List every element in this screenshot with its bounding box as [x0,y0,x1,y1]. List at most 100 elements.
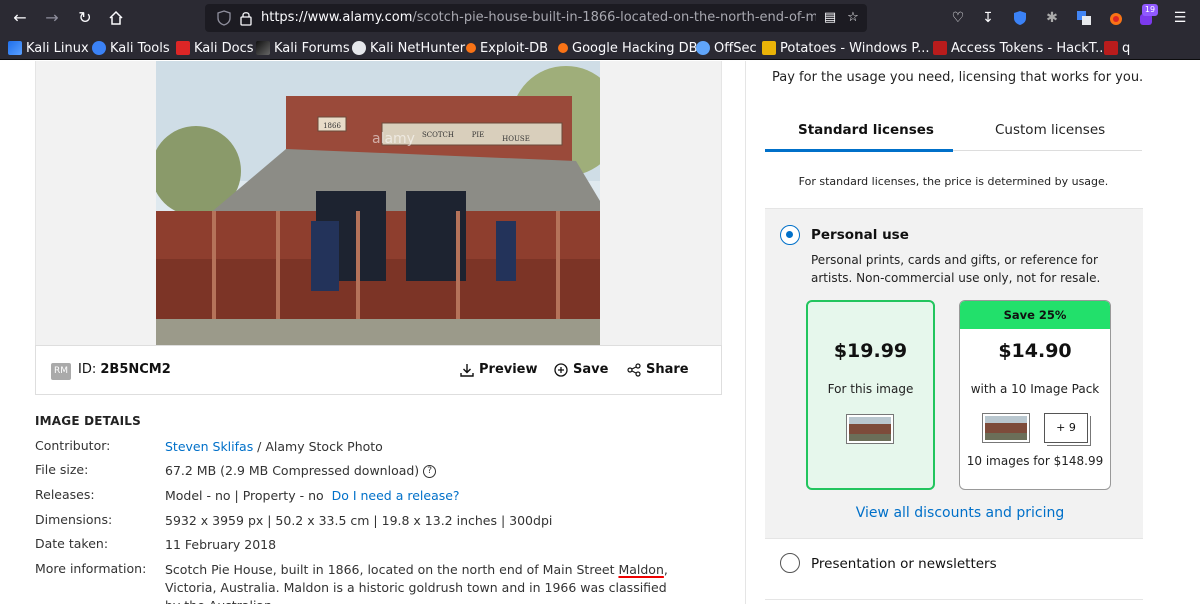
forward-arrow-icon[interactable]: → [42,8,62,28]
photo-watermark: alamy [372,131,415,147]
ublock-shield-icon[interactable] [1010,8,1030,28]
bookmark-kali-nethunter[interactable]: Kali NetHunter [352,39,465,57]
pocket-icon[interactable]: ♡ [948,8,968,28]
bookmark-q[interactable]: q [1104,39,1130,57]
bookmark-kali-tools[interactable]: Kali Tools [92,39,170,57]
home-icon[interactable] [106,8,126,28]
save-badge: Save 25% [960,301,1110,329]
bookmark-star-icon[interactable]: ☆ [845,10,861,26]
more-info-text: Scotch Pie House, built in 1866, located… [165,562,619,577]
detail-label: More information: [35,561,147,576]
bookmarks-bar: Kali Linux Kali Tools Kali Docs Kali For… [0,36,1200,60]
stock-photo[interactable]: 1866 SCOTCH PIE HOUSE alamy [156,61,600,345]
hamburger-menu-icon[interactable]: ☰ [1170,8,1190,28]
preview-button[interactable]: Preview [460,362,538,377]
detail-value: Scotch Pie House, built in 1866, located… [165,561,685,604]
bookmark-kali-linux[interactable]: Kali Linux [8,39,89,57]
kali-dragon-icon [8,41,22,55]
detail-value: 67.2 MB (2.9 MB Compressed download)? [165,462,685,480]
view-all-pricing-link[interactable]: View all discounts and pricing [765,505,1155,521]
tab-active-indicator [765,149,953,152]
bookmark-exploit-db[interactable]: Exploit-DB [466,39,548,57]
ghdb-icon [558,43,568,53]
bookmark-label: Kali Tools [110,40,170,56]
single-image-price-card[interactable]: $19.99 For this image [806,300,935,490]
release-help-link[interactable]: Do I need a release? [332,488,460,503]
bookmark-kali-docs[interactable]: Kali Docs [176,39,254,57]
url-bar[interactable]: https://www.alamy.com/scotch-pie-house-b… [205,4,867,32]
detail-label: File size: [35,462,89,477]
pack-more-count: + 9 [1044,413,1088,443]
bookmark-label: Potatoes - Windows P... [780,40,930,56]
bookmark-offsec[interactable]: OffSec [696,39,757,57]
reload-icon[interactable]: ↻ [75,8,95,28]
url-text[interactable]: https://www.alamy.com/scotch-pie-house-b… [261,10,816,25]
exploit-db-icon [466,43,476,53]
help-question-icon[interactable]: ? [423,465,437,478]
date-value: 11 February 2018 [165,537,277,552]
share-label: Share [646,362,689,377]
kali-tools-icon [92,41,106,55]
save-button[interactable]: Save [554,362,608,377]
share-icon [627,362,641,377]
pack-price: $14.90 [998,340,1072,362]
contributor-link[interactable]: Steven Sklifas [165,439,253,454]
bookmark-label: Kali Forums [274,40,350,56]
personal-use-radio[interactable] [780,225,800,245]
presentation-radio[interactable] [780,553,800,573]
bookmark-google-hacking-db[interactable]: Google Hacking DB [558,39,698,57]
reader-view-icon[interactable]: ▤ [822,10,838,26]
image-pack-price-card[interactable]: Save 25% $14.90 with a 10 Image Pack + 9… [959,300,1111,490]
extension-bug-icon[interactable] [1106,8,1126,28]
tab-custom-licenses[interactable]: Custom licenses [995,122,1105,138]
bookmark-access-tokens[interactable]: Access Tokens - HackT... [933,39,1108,57]
bookmark-label: q [1122,40,1131,56]
offsec-icon [696,41,710,55]
detail-value: Steven Sklifas / Alamy Stock Photo [165,438,685,456]
tab-standard-licenses[interactable]: Standard licenses [798,122,934,138]
pack-price-sub: with a 10 Image Pack [970,382,1100,396]
bookmark-label: OffSec [714,40,757,56]
image-details-heading: IMAGE DETAILS [35,414,141,428]
sign-pie: PIE [472,131,485,139]
single-price: $19.99 [833,340,908,362]
save-label: Save [573,362,609,377]
browser-toolbar: ← → ↻ https://www.alamy.com/scotch-pie-h… [0,0,1200,36]
bookmark-potatoes[interactable]: Potatoes - Windows P... [762,39,930,57]
url-host: https://www.alamy.com [261,10,413,25]
lock-icon[interactable] [239,10,253,26]
personal-use-title: Personal use [811,227,909,243]
extension-puzzle-icon[interactable]: ✱ [1042,8,1062,28]
kali-forums-icon [256,41,270,55]
page-content: 1866 SCOTCH PIE HOUSE alamy RM ID: 2B5NC… [0,61,1200,604]
potatoes-icon [762,41,776,55]
detail-value: Model - no | Property - no Do I need a r… [165,487,685,505]
tracking-shield-icon[interactable] [217,10,231,26]
bookmark-label: Kali Docs [194,40,254,56]
rights-managed-badge: RM [51,363,71,380]
licensing-intro: Pay for the usage you need, licensing th… [772,70,1144,85]
downloads-icon[interactable]: ↧ [978,8,998,28]
option-divider [765,538,1143,539]
standard-license-note: For standard licenses, the price is dete… [798,175,1109,188]
bookmark-label: Access Tokens - HackT... [951,40,1108,56]
translate-icon[interactable] [1074,8,1094,28]
sign-scotch: SCOTCH [422,131,454,139]
bookmark-kali-forums[interactable]: Kali Forums [256,39,350,57]
download-icon [460,363,474,377]
extension-badge: 19 [1142,4,1158,16]
pack-thumbnail [982,413,1030,443]
detail-label: Contributor: [35,438,111,453]
dimensions-value: 5932 x 3959 px | 50.2 x 33.5 cm | 19.8 x… [165,513,553,528]
detail-label: Dimensions: [35,512,113,527]
bookmark-label: Kali Linux [26,40,89,56]
back-arrow-icon[interactable]: ← [10,8,30,28]
share-button[interactable]: Share [627,362,689,377]
single-thumbnail [846,414,894,444]
personal-use-description: Personal prints, cards and gifts, or ref… [811,253,1101,285]
plus-circle-icon [554,362,568,377]
image-id-value: 2B5NCM2 [100,362,171,377]
hacktricks-icon [933,41,947,55]
presentation-option-title[interactable]: Presentation or newsletters [811,556,997,572]
hacktricks-icon [1104,41,1118,55]
